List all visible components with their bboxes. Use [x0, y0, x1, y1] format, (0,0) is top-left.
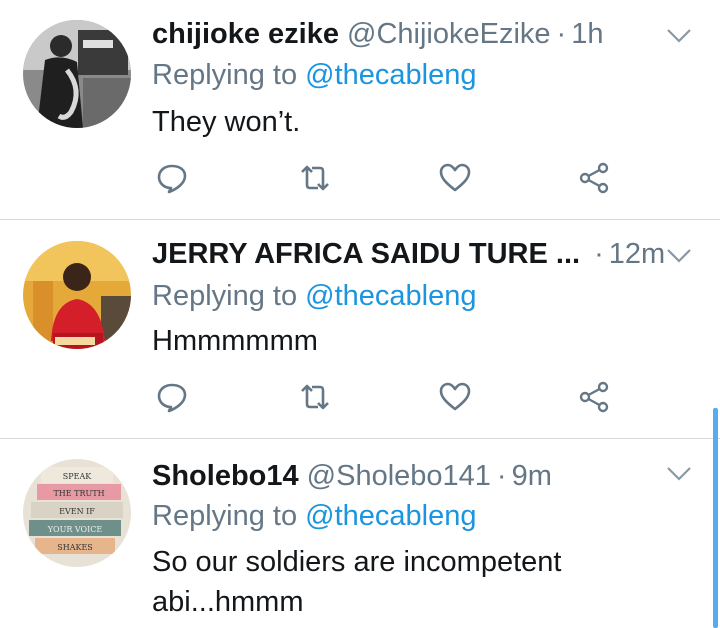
- avatar[interactable]: SPEAK THE TRUTH EVEN IF YOUR VOICE SHAKE…: [23, 459, 131, 567]
- reply-button[interactable]: [152, 377, 192, 417]
- separator: ·: [496, 459, 507, 492]
- separator: ·: [556, 17, 567, 50]
- tweet-1[interactable]: chijioke ezike @ChijiokeEzike · 1h Reply…: [0, 0, 720, 219]
- tweet-text-line: So our soldiers are incompetent: [152, 546, 562, 578]
- scrollbar[interactable]: [713, 408, 718, 628]
- like-button[interactable]: [435, 158, 475, 198]
- mention-link[interactable]: @thecableng: [305, 59, 476, 91]
- replying-prefix: Replying to: [152, 280, 298, 312]
- chevron-down-icon[interactable]: [666, 464, 692, 484]
- replying-to: Replying to @thecableng: [152, 500, 477, 533]
- chevron-down-icon[interactable]: [666, 246, 692, 266]
- replying-to: Replying to @thecableng: [152, 280, 477, 313]
- retweet-icon: [301, 384, 329, 410]
- mention-link[interactable]: @thecableng: [305, 500, 476, 532]
- share-button[interactable]: [574, 158, 614, 198]
- timestamp[interactable]: 9m: [512, 460, 552, 493]
- user-handle[interactable]: @Sholebo141: [307, 460, 491, 493]
- tweet-text: They won’t.: [152, 106, 301, 138]
- avatar-text-5: SHAKES: [57, 543, 93, 552]
- reply-icon: [157, 383, 187, 413]
- tweet-text-line: abi...hmmm: [152, 586, 304, 618]
- retweet-icon: [301, 165, 329, 191]
- heart-icon: [439, 382, 471, 411]
- tweet-text: Hmmmmmm: [152, 325, 318, 357]
- action-bar: [152, 158, 632, 198]
- avatar-text-1: SPEAK: [63, 472, 92, 481]
- like-button[interactable]: [435, 377, 475, 417]
- timestamp[interactable]: 12m: [609, 238, 665, 271]
- avatar[interactable]: [23, 241, 131, 349]
- replying-to: Replying to @thecableng: [152, 59, 477, 92]
- avatar-text-3: EVEN IF: [59, 507, 95, 516]
- avatar-text-2: THE TRUTH: [53, 489, 104, 498]
- tweet-2[interactable]: JERRY AFRICA SAIDU TURE ... · 12m Replyi…: [0, 220, 720, 438]
- tweet-3[interactable]: SPEAK THE TRUTH EVEN IF YOUR VOICE SHAKE…: [0, 439, 720, 628]
- replying-prefix: Replying to: [152, 500, 298, 532]
- share-icon: [579, 381, 609, 413]
- retweet-button[interactable]: [295, 377, 335, 417]
- tweet-text: So our soldiers are incompetent abi...hm…: [152, 542, 672, 622]
- display-name[interactable]: chijioke ezike: [152, 18, 339, 51]
- retweet-button[interactable]: [295, 158, 335, 198]
- replying-prefix: Replying to: [152, 59, 298, 91]
- avatar[interactable]: [23, 20, 131, 128]
- share-button[interactable]: [574, 377, 614, 417]
- display-name[interactable]: JERRY AFRICA SAIDU TURE ...: [152, 238, 580, 271]
- chevron-down-icon[interactable]: [666, 26, 692, 46]
- share-icon: [579, 162, 609, 194]
- timestamp[interactable]: 1h: [571, 18, 603, 51]
- action-bar: [152, 377, 632, 417]
- user-handle[interactable]: @ChijiokeEzike: [347, 18, 551, 51]
- reply-button[interactable]: [152, 158, 192, 198]
- display-name[interactable]: Sholebo14: [152, 460, 299, 493]
- separator: ·: [594, 237, 604, 270]
- heart-icon: [439, 163, 471, 192]
- reply-icon: [157, 164, 187, 194]
- mention-link[interactable]: @thecableng: [305, 280, 476, 312]
- avatar-text-4: YOUR VOICE: [47, 525, 103, 534]
